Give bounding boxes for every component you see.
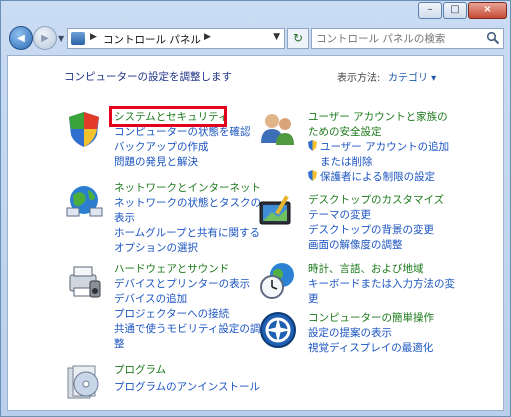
link-create-backup[interactable]: バックアップの作成 — [114, 140, 209, 154]
back-arrow-icon: ◀ — [17, 33, 25, 44]
link-change-keyboard[interactable]: キーボードまたは入力方法の変 — [308, 277, 455, 291]
link-add-remove-accounts[interactable]: ユーザー アカウントの追加 — [308, 140, 449, 154]
link-check-computer-status[interactable]: コンピューターの状態を確認 — [114, 125, 251, 139]
link-homegroup-options-cont[interactable]: オプションの選択 — [114, 241, 198, 255]
link-ease-of-access[interactable]: コンピューターの簡単操作 — [308, 311, 434, 325]
link-add-device[interactable]: デバイスの追加 — [114, 292, 187, 306]
back-button[interactable]: ◀ — [9, 26, 33, 50]
programs-icon[interactable] — [64, 362, 104, 402]
link-mobility-settings-cont[interactable]: 整 — [114, 337, 125, 351]
link-connect-projector[interactable]: プロジェクターへの接続 — [114, 307, 229, 321]
link-mobility-settings[interactable]: 共通で使うモビリティ設定の調 — [114, 322, 260, 336]
close-button[interactable]: × — [468, 2, 507, 19]
hardware-sound-icon[interactable] — [64, 261, 104, 301]
link-parental-controls[interactable]: 保護者による制限の設定 — [308, 170, 435, 184]
refresh-button[interactable]: ↻ — [287, 28, 309, 49]
uac-shield-icon — [308, 140, 317, 151]
clock-region-icon[interactable] — [258, 261, 298, 301]
link-desktop-customization[interactable]: デスクトップのカスタマイズ — [308, 193, 444, 207]
minimize-button[interactable]: – — [418, 2, 442, 19]
breadcrumb-separator[interactable]: ▶ — [204, 32, 211, 42]
view-by-label: 表示方法: — [337, 73, 381, 84]
network-icon[interactable] — [64, 180, 104, 220]
link-homegroup-options[interactable]: ホームグループと共有に関する — [114, 226, 260, 240]
address-dropdown[interactable]: ▼ — [273, 32, 280, 42]
link-find-fix-problems[interactable]: 問題の発見と解決 — [114, 155, 198, 169]
maximize-button[interactable]: □ — [443, 2, 467, 19]
link-suggested-settings[interactable]: 設定の提案の表示 — [308, 326, 392, 340]
breadcrumb-separator[interactable]: ▶ — [90, 32, 97, 42]
search-input[interactable] — [316, 31, 478, 46]
main-content: コンピューターの設定を調整します 表示方法: カテゴリ ▾ システムとセキュリテ… — [7, 55, 504, 411]
ease-of-access-icon[interactable] — [258, 310, 298, 350]
search-icon[interactable] — [486, 31, 500, 45]
link-optimize-display[interactable]: 視覚ディスプレイの最適化 — [308, 341, 433, 355]
link-hardware-sound[interactable]: ハードウェアとサウンド — [114, 262, 229, 276]
desktop-icon[interactable] — [258, 192, 298, 232]
control-panel-icon — [71, 32, 85, 45]
link-network-status[interactable]: ネットワークの状態とタスクの — [114, 196, 261, 210]
forward-button[interactable]: ▶ — [33, 26, 57, 50]
navigation-bar: ◀ ▶ ▼ ▶ コントロール パネル ▶ ▼ ↻ — [1, 23, 510, 53]
link-change-keyboard-cont[interactable]: 更 — [308, 292, 319, 306]
link-network-status-cont[interactable]: 表示 — [114, 211, 135, 225]
search-box[interactable] — [311, 28, 504, 49]
highlight-box — [109, 106, 227, 127]
control-panel-window: – □ × ◀ ▶ ▼ ▶ コントロール パネル ▶ ▼ ↻ コンピューターの設… — [0, 0, 511, 417]
system-security-icon[interactable] — [64, 109, 104, 149]
link-user-accounts-family-cont[interactable]: ための安全設定 — [308, 125, 382, 139]
link-clock-language-region[interactable]: 時計、言語、および地域 — [308, 262, 424, 276]
link-user-accounts-family[interactable]: ユーザー アカウントと家族の — [308, 110, 448, 124]
recent-pages-dropdown[interactable]: ▼ — [58, 34, 64, 43]
link-programs[interactable]: プログラム — [114, 363, 166, 377]
link-uninstall-program[interactable]: プログラムのアンインストール — [114, 380, 260, 394]
link-network-internet[interactable]: ネットワークとインターネット — [114, 181, 261, 195]
forward-arrow-icon: ▶ — [41, 33, 49, 44]
link-adjust-resolution[interactable]: 画面の解像度の調整 — [308, 238, 403, 252]
page-heading: コンピューターの設定を調整します — [64, 71, 232, 83]
refresh-icon: ↻ — [292, 31, 304, 45]
link-add-remove-accounts-cont[interactable]: または削除 — [320, 155, 373, 169]
view-by-dropdown[interactable]: カテゴリ ▾ — [388, 69, 436, 84]
link-change-background[interactable]: デスクトップの背景の変更 — [308, 223, 434, 237]
link-view-devices-printers[interactable]: デバイスとプリンターの表示 — [114, 277, 250, 291]
address-bar[interactable]: ▶ コントロール パネル ▶ ▼ — [67, 28, 285, 49]
link-change-theme[interactable]: テーマの変更 — [308, 208, 371, 222]
user-accounts-icon[interactable] — [258, 109, 298, 149]
uac-shield-icon — [308, 170, 317, 181]
breadcrumb-control-panel[interactable]: コントロール パネル — [103, 32, 201, 47]
title-bar: – □ × — [1, 1, 510, 23]
